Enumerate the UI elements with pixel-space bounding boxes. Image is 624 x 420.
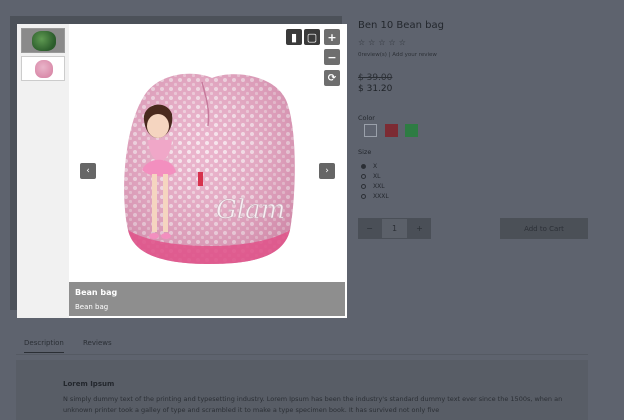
fullscreen-icon[interactable]: ▢ [304,29,320,45]
zoom-in-button[interactable]: + [324,29,340,45]
thumbnail-green-beanbag[interactable] [21,28,65,53]
quantity-stepper: − 1 + [358,218,431,239]
rating-stars[interactable]: ☆☆☆☆☆ [358,38,409,47]
color-swatch-red[interactable] [385,124,398,137]
description-heading: Lorem Ipsum [63,380,115,388]
old-price: $ 39.00 [358,73,393,83]
caption-subtitle: Bean bag [75,303,109,311]
tab-reviews[interactable]: Reviews [83,339,112,347]
qty-input[interactable]: 1 [381,218,408,239]
image-lightbox: ⇄ [17,24,347,318]
color-swatch-green[interactable] [405,124,418,137]
size-label: Size [358,148,372,156]
radio-icon[interactable] [361,194,366,199]
radio-icon[interactable] [361,164,366,169]
add-to-cart-button[interactable]: Add to Cart [500,218,588,239]
size-option-xl[interactable]: XL [361,173,380,180]
new-price: $ 31.20 [358,84,393,94]
radio-icon[interactable] [361,184,366,189]
size-option-xxl[interactable]: XXL [361,183,385,190]
color-label: Color [358,114,375,122]
next-arrow-button[interactable]: › [319,163,335,179]
product-tabs: Description Reviews [16,336,588,355]
thumbnail-strip [17,24,69,318]
thumbnail-image [32,31,56,51]
size-option-xxxl[interactable]: XXXL [361,193,389,200]
thumbnail-pink-beanbag[interactable] [21,56,65,81]
size-option-x[interactable]: X [361,163,377,170]
play-pause-icon[interactable]: ▮ [286,29,302,45]
product-title: Ben 10 Bean bag [358,20,444,31]
description-text: N simply dummy text of the printing and … [63,395,563,414]
thumbnail-image [35,60,53,78]
color-swatch-grey[interactable] [364,124,377,137]
qty-minus-button[interactable]: − [358,218,381,239]
rotate-icon[interactable]: ⟳ [324,70,340,86]
zoom-out-button[interactable]: − [324,49,340,65]
lightbox-stage: Glam [69,24,347,318]
tab-description[interactable]: Description [24,339,64,353]
bag-print-text: Glam [216,195,285,225]
caption-title: Bean bag [75,288,118,297]
qty-plus-button[interactable]: + [408,218,431,239]
review-links[interactable]: 0review(s) | Add your review [358,52,437,58]
prev-arrow-button[interactable]: ‹ [80,163,96,179]
beanbag-image: Glam [124,73,295,265]
image-caption: Bean bag Bean bag [69,282,345,316]
radio-icon[interactable] [361,174,366,179]
